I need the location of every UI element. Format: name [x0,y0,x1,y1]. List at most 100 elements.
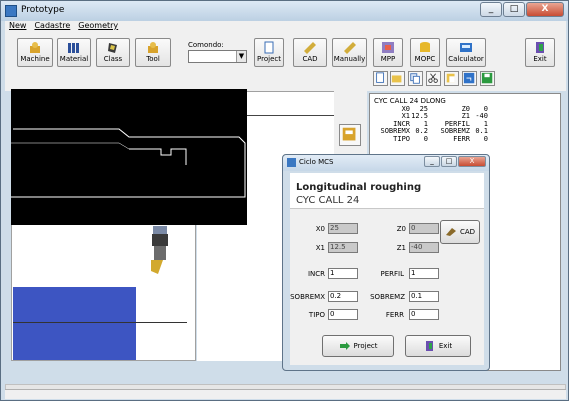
mpp-button[interactable]: MPP [373,38,403,67]
dialog-project-label: Project [353,342,378,350]
calculator-icon [460,43,472,52]
close-button[interactable]: X [526,2,564,17]
code-key: FERR [453,134,470,143]
cycle-dialog: Ciclo MCS _ □ X Longitudinal roughing CY… [282,154,490,371]
document-icon [264,41,274,54]
material-label: Material [59,55,89,63]
ferr-label: FERR [385,311,404,319]
sobremx-label: SOBREMX [290,293,325,301]
dialog-title-bar: Ciclo MCS _ □ X [283,155,489,171]
code-rows: X0 25 Z0 0 X1 12.5 Z1 -40 INCR 1 PERFIL 1 SOBREMX 0.2… [370,105,560,144]
window-title: Prototype [21,5,65,15]
sobremz-label: SOBREMZ [370,293,405,301]
exit-door-icon [425,341,433,351]
material-icon [68,43,79,53]
tipo-label: TIPO [308,311,325,319]
project-button[interactable]: Project [254,38,284,67]
exit-label: Exit [533,55,547,63]
tool-button[interactable]: Tool [135,38,171,67]
status-bar [5,389,566,399]
x1-field: 12.5 [328,242,358,253]
dialog-exit-label: Exit [438,342,453,350]
profile-view [11,89,247,225]
machine-icon [30,42,40,53]
cycle-subheading: CYC CALL 24 [296,195,360,206]
code-value: 0 [423,134,428,143]
title-bar: Prototype _ □ X [1,1,568,21]
code-value: 0 [483,134,488,143]
perfil-label: PERFIL [380,270,405,278]
workpiece [13,287,136,360]
sobremz-input[interactable]: 0.1 [409,291,439,302]
cut-icon[interactable] [426,71,441,86]
dialog-close-button[interactable]: X [458,156,486,167]
menu-geometry[interactable]: Geometry [78,21,118,33]
dialog-exit-button[interactable]: Exit [405,335,471,357]
cad-dialog-button[interactable]: CAD [440,220,480,244]
chevron-down-icon[interactable]: ▼ [236,51,246,62]
mpp-icon [382,42,394,53]
x0-label: X0 [315,225,325,233]
z1-label: Z1 [396,244,406,252]
maximize-button[interactable]: □ [503,2,525,17]
cad-label: CAD [302,55,318,63]
manually-label: Manually [333,55,366,63]
mopc-button[interactable]: MOPC [410,38,440,67]
save-icon[interactable] [480,71,495,86]
comando-label: Comondo: [188,41,224,49]
mopc-label: MOPC [414,55,436,63]
ruler-icon [304,42,316,54]
material-button[interactable]: Material [57,38,91,67]
x1-label: X1 [315,244,325,252]
dialog-minimize-button[interactable]: _ [424,156,440,167]
arrow-right-icon [339,342,350,350]
ferr-input[interactable]: 0 [409,309,439,320]
z0-label: Z0 [396,225,406,233]
dialog-app-icon [287,158,296,167]
project-label: Project [257,55,281,63]
perfil-input[interactable]: 1 [409,268,439,279]
tool-icon [148,42,158,53]
exit-button[interactable]: Exit [525,38,555,67]
z0-field: 0 [409,223,439,234]
incr-input[interactable]: 1 [328,268,358,279]
dialog-project-button[interactable]: Project [322,335,394,357]
minimize-button[interactable]: _ [480,2,502,17]
cad-button[interactable]: CAD [293,38,327,67]
tool-label: Tool [146,55,160,63]
cad-dialog-label: CAD [459,228,476,236]
database-icon [420,42,430,52]
cutting-tool [151,226,168,274]
ruler-icon [343,42,356,54]
class-icon [108,43,117,53]
dialog-maximize-button[interactable]: □ [441,156,457,167]
undo-icon[interactable] [462,71,477,86]
menu-new[interactable]: New [9,21,26,33]
dialog-body: Longitudinal roughing CYC CALL 24 X0 25 … [290,173,484,365]
cycle-heading: Longitudinal roughing [296,182,422,193]
paste-icon[interactable] [444,71,459,86]
class-button[interactable]: Class [96,38,130,67]
mpp-label: MPP [380,55,396,63]
open-folder-icon[interactable] [390,71,405,86]
incr-label: INCR [307,270,325,278]
code-key: TIPO [393,134,410,143]
machine-button[interactable]: Machine [17,38,53,67]
code-header: CYC CALL 24 DLONG [374,97,446,105]
cad-icon [445,228,456,236]
app-icon [5,5,17,17]
calculator-side-icon[interactable] [339,124,361,146]
x0-field: 25 [328,223,358,234]
new-document-icon[interactable] [373,71,388,86]
main-window: Prototype _ □ X New Cadastre Geometry Ma… [0,0,569,401]
manually-button[interactable]: Manually [332,38,367,67]
calculator-button[interactable]: Calculator [446,38,486,67]
menu-cadastre[interactable]: Cadastre [34,21,70,33]
comando-select[interactable]: ▼ [188,50,247,63]
tipo-input[interactable]: 0 [328,309,358,320]
sobremx-input[interactable]: 0.2 [328,291,358,302]
axis-line [13,322,187,323]
z1-field: -40 [409,242,439,253]
copy-icon[interactable] [408,71,423,86]
machine-label: Machine [20,55,50,63]
